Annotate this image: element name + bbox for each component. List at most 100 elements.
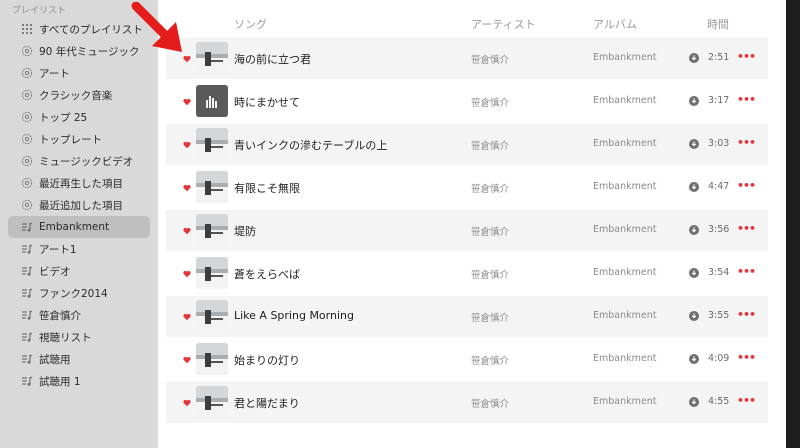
loved-heart-icon[interactable] — [183, 313, 191, 321]
download-icon[interactable] — [689, 139, 699, 149]
sidebar-item-8[interactable]: 最近追加した項目 — [8, 194, 150, 216]
column-header-album[interactable]: アルバム — [593, 16, 637, 32]
track-duration: 3:55 — [708, 310, 730, 321]
loved-heart-icon[interactable] — [183, 356, 191, 364]
track-artist[interactable]: 笹倉慎介 — [471, 353, 509, 367]
sidebar-item-label: アート1 — [39, 243, 77, 256]
track-album[interactable]: Embankment — [593, 267, 656, 278]
playlist-list: すべてのプレイリスト 90 年代ミュージックアートクラシック音楽トップ 25 トップ… — [0, 18, 158, 392]
track-album[interactable]: Embankment — [593, 396, 656, 407]
loved-heart-icon[interactable] — [183, 399, 191, 407]
track-artist[interactable]: 笹倉慎介 — [471, 310, 509, 324]
track-album[interactable]: Embankment — [593, 310, 656, 321]
sidebar-item-11[interactable]: ビデオ — [8, 260, 150, 282]
gear-icon — [21, 45, 33, 57]
track-album[interactable]: Embankment — [593, 181, 656, 192]
album-art — [196, 42, 228, 74]
loved-heart-icon[interactable] — [183, 184, 191, 192]
track-artist[interactable]: 笹倉慎介 — [471, 95, 509, 109]
sidebar-item-1[interactable]: 90 年代ミュージック — [8, 40, 150, 62]
sidebar-item-5[interactable]: トップレート — [8, 128, 150, 150]
sidebar-item-3[interactable]: クラシック音楽 — [8, 84, 150, 106]
more-options-icon[interactable]: ••• — [737, 179, 756, 192]
download-icon[interactable] — [689, 311, 699, 321]
sidebar-item-16[interactable]: 試聴用 1 — [8, 370, 150, 392]
track-artist[interactable]: 笹倉慎介 — [471, 138, 509, 152]
sidebar-item-15[interactable]: 試聴用 — [8, 348, 150, 370]
playlist-icon — [21, 221, 33, 233]
playlist-icon — [21, 265, 33, 277]
track-artist[interactable]: 笹倉慎介 — [471, 181, 509, 195]
column-header-song[interactable]: ソング — [234, 16, 267, 32]
sidebar-item-7[interactable]: 最近再生した項目 — [8, 172, 150, 194]
more-options-icon[interactable]: ••• — [737, 351, 756, 364]
loved-heart-icon[interactable] — [183, 227, 191, 235]
track-duration: 4:55 — [708, 396, 730, 407]
track-duration: 3:54 — [708, 267, 730, 278]
sidebar-item-label: 90 年代ミュージック — [39, 45, 140, 58]
track-artist[interactable]: 笹倉慎介 — [471, 52, 509, 66]
sidebar-item-6[interactable]: ミュージックビデオ — [8, 150, 150, 172]
download-icon[interactable] — [689, 268, 699, 278]
gear-icon — [21, 133, 33, 145]
track-row[interactable]: 有限こそ無限 笹倉慎介 Embankment 4:47 ••• — [166, 167, 768, 208]
playlist-icon — [21, 309, 33, 321]
track-row[interactable]: 始まりの灯り 笹倉慎介 Embankment 4:09 ••• — [166, 339, 768, 380]
sidebar: プレイリスト すべてのプレイリスト 90 年代ミュージック アート クラシック音楽 トッ… — [0, 0, 158, 448]
sidebar-item-label: 試聴用 1 — [39, 375, 81, 388]
sidebar-item-label: トップレート — [39, 133, 102, 146]
sidebar-item-12[interactable]: ファンク2014 — [8, 282, 150, 304]
track-album[interactable]: Embankment — [593, 52, 656, 63]
playlist-icon — [21, 287, 33, 299]
album-art — [196, 300, 228, 332]
sidebar-item-10[interactable]: アート1 — [8, 238, 150, 260]
track-artist[interactable]: 笹倉慎介 — [471, 396, 509, 410]
track-album[interactable]: Embankment — [593, 353, 656, 364]
gear-icon — [21, 199, 33, 211]
track-artist[interactable]: 笹倉慎介 — [471, 224, 509, 238]
sidebar-item-0[interactable]: すべてのプレイリスト — [8, 18, 150, 40]
loved-heart-icon[interactable] — [183, 98, 191, 106]
download-icon[interactable] — [689, 182, 699, 192]
track-row[interactable]: 蒼をえらべば 笹倉慎介 Embankment 3:54 ••• — [166, 253, 768, 294]
more-options-icon[interactable]: ••• — [737, 93, 756, 106]
sidebar-item-14[interactable]: 視聴リスト — [8, 326, 150, 348]
track-title: 堤防 — [234, 225, 256, 238]
download-icon[interactable] — [689, 53, 699, 63]
sidebar-item-label: クラシック音楽 — [39, 89, 113, 102]
track-row[interactable]: Like A Spring Morning 笹倉慎介 Embankment 3:55 •… — [166, 296, 768, 337]
more-options-icon[interactable]: ••• — [737, 394, 756, 407]
sidebar-item-9[interactable]: Embankment — [8, 216, 150, 238]
sidebar-item-4[interactable]: トップ 25 — [8, 106, 150, 128]
more-options-icon[interactable]: ••• — [737, 222, 756, 235]
loved-heart-icon[interactable] — [183, 270, 191, 278]
sidebar-item-label: すべてのプレイリスト — [39, 23, 143, 36]
track-row[interactable]: 青いインクの滲むテーブルの上 笹倉慎介 Embankment 3:03 ••• — [166, 124, 768, 165]
sidebar-item-label: ファンク2014 — [39, 287, 108, 300]
more-options-icon[interactable]: ••• — [737, 308, 756, 321]
track-album[interactable]: Embankment — [593, 224, 656, 235]
track-row[interactable]: 堤防 笹倉慎介 Embankment 3:56 ••• — [166, 210, 768, 251]
download-icon[interactable] — [689, 397, 699, 407]
sidebar-item-label: 最近追加した項目 — [39, 199, 123, 212]
track-album[interactable]: Embankment — [593, 138, 656, 149]
more-options-icon[interactable]: ••• — [737, 50, 756, 63]
sidebar-item-13[interactable]: 笹倉慎介 — [8, 304, 150, 326]
column-header-time[interactable]: 時間 — [707, 16, 729, 32]
track-row[interactable]: 海の前に立つ君 笹倉慎介 Embankment 2:51 ••• — [166, 38, 768, 79]
track-row[interactable]: 時にまかせて 笹倉慎介 Embankment 3:17 ••• — [166, 81, 768, 122]
track-duration: 3:03 — [708, 138, 730, 149]
more-options-icon[interactable]: ••• — [737, 136, 756, 149]
column-header-artist[interactable]: アーティスト — [471, 16, 536, 32]
download-icon[interactable] — [689, 354, 699, 364]
loved-heart-icon[interactable] — [183, 141, 191, 149]
more-options-icon[interactable]: ••• — [737, 265, 756, 278]
track-artist[interactable]: 笹倉慎介 — [471, 267, 509, 281]
album-art — [196, 343, 228, 375]
sidebar-item-2[interactable]: アート — [8, 62, 150, 84]
track-row[interactable]: 君と陽だまり 笹倉慎介 Embankment 4:55 ••• — [166, 382, 768, 423]
download-icon[interactable] — [689, 225, 699, 235]
playlist-icon — [21, 353, 33, 365]
download-icon[interactable] — [689, 96, 699, 106]
track-album[interactable]: Embankment — [593, 95, 656, 106]
